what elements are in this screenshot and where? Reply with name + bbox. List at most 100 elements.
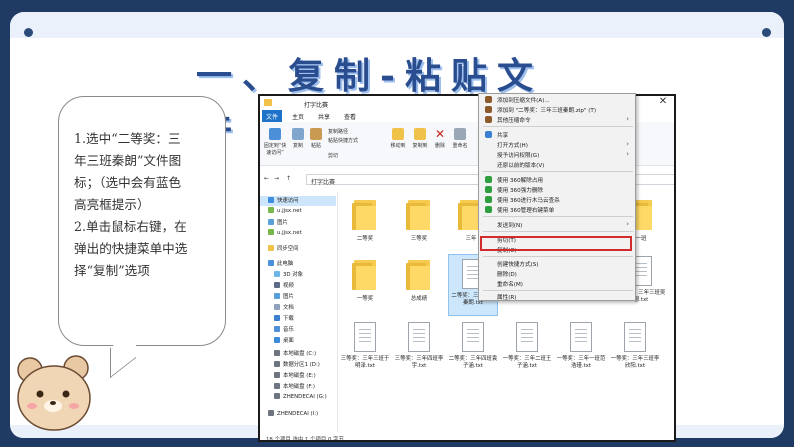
- file-label: 一等奖：三年一班范浩瑾.txt: [556, 356, 606, 369]
- forward-arrow-icon[interactable]: →: [274, 175, 279, 182]
- menu-item[interactable]: 创建快捷方式(S): [479, 258, 635, 268]
- paste-button[interactable]: 粘贴: [308, 128, 324, 149]
- archive-icon: [485, 96, 492, 103]
- pin-icon: [269, 128, 281, 140]
- menu-separator: [483, 216, 633, 217]
- menu-item[interactable]: 属性(R): [479, 291, 635, 301]
- tab-file[interactable]: 文件: [262, 110, 283, 122]
- menu-item[interactable]: 打开方式(H) ›: [479, 139, 635, 149]
- nav-label: 下载: [283, 316, 294, 322]
- nav-item[interactable]: 文档: [274, 303, 294, 313]
- nav-item[interactable]: 快速访问: [260, 196, 336, 206]
- menu-item[interactable]: 删除(D): [479, 268, 635, 278]
- nav-label: u.jjsx.net: [277, 208, 302, 214]
- folder-icon: [268, 245, 274, 251]
- menu-label: 属性(R): [497, 295, 517, 301]
- nav-item[interactable]: 桌面: [274, 336, 294, 346]
- menu-item[interactable]: 共享: [479, 129, 635, 139]
- instruction-line: 年三班秦朗”文件图: [74, 153, 182, 168]
- text-file-icon: [570, 322, 592, 352]
- list-item[interactable]: 三等奖: [394, 200, 444, 243]
- copy-path-button[interactable]: 复制路径: [328, 128, 368, 135]
- nav-item[interactable]: 音乐: [274, 325, 294, 335]
- menu-item[interactable]: 添加到压缩文件(A)...: [479, 94, 635, 104]
- nav-item[interactable]: ZHENDECAI (I:): [268, 410, 318, 420]
- folder-icon: [264, 99, 272, 106]
- nav-label: 图片: [283, 294, 294, 300]
- rename-icon: [454, 128, 466, 140]
- list-item[interactable]: 三等奖：三年三班于明泽.txt: [340, 322, 390, 370]
- nav-item[interactable]: 3D 对象: [274, 270, 303, 280]
- file-label: 三等奖：三年三班于明泽.txt: [340, 356, 390, 369]
- pin-quick-access-button[interactable]: 固定到“快速访问”: [262, 128, 288, 156]
- documents-icon: [274, 304, 280, 310]
- list-item[interactable]: 一等奖：三年一班范浩瑾.txt: [556, 322, 606, 370]
- cut-button[interactable]: 剪切: [328, 152, 358, 159]
- back-arrow-icon[interactable]: ←: [264, 175, 269, 182]
- nav-item[interactable]: 本地磁盘 (F:): [274, 382, 315, 392]
- menu-item[interactable]: 使用 360强力删除: [479, 184, 635, 194]
- rename-button[interactable]: 重命名: [450, 128, 470, 149]
- menu-item[interactable]: 使用 360进行木马云查杀: [479, 194, 635, 204]
- paste-shortcut-button[interactable]: 粘贴快捷方式: [328, 137, 378, 144]
- menu-item[interactable]: 使用 360管理右键菜单: [479, 204, 635, 214]
- menu-item[interactable]: 发送到(N) ›: [479, 219, 635, 229]
- menu-separator: [483, 171, 633, 172]
- list-item[interactable]: 二等奖: [340, 200, 390, 243]
- star-icon: [268, 197, 274, 203]
- copy-to-label: 复制到: [412, 143, 428, 149]
- copy-button[interactable]: 复制: [290, 128, 306, 149]
- file-label: 一等奖：三年三班李欣阳.txt: [610, 356, 660, 369]
- instruction-line: 2.单击鼠标右键，在: [74, 219, 187, 234]
- delete-button[interactable]: ✕ 删除: [432, 128, 448, 149]
- file-label: 一等奖: [356, 296, 374, 302]
- drive-icon: [274, 350, 280, 356]
- list-item[interactable]: 一等奖：三年三班李欣阳.txt: [610, 322, 660, 370]
- menu-separator: [483, 256, 633, 257]
- close-icon[interactable]: ✕: [652, 96, 674, 110]
- nav-label: 文档: [283, 305, 294, 311]
- instruction-line: 高亮框提示）: [74, 197, 150, 212]
- menu-item[interactable]: 重命名(M): [479, 278, 635, 288]
- nav-item[interactable]: u.jjsx.net: [268, 207, 302, 217]
- nav-item[interactable]: 本地磁盘 (E:): [274, 371, 316, 381]
- nav-item[interactable]: 同步空间: [268, 244, 299, 254]
- nav-item[interactable]: u.jjsx.net: [268, 229, 302, 239]
- nav-item[interactable]: 视频: [274, 281, 294, 291]
- nav-item[interactable]: 下载: [274, 314, 294, 324]
- nav-item[interactable]: 此电脑: [268, 259, 293, 269]
- list-item[interactable]: 一等奖: [340, 260, 390, 303]
- tab-share[interactable]: 共享: [314, 110, 334, 122]
- nav-item[interactable]: 数据分区1 (D:): [274, 360, 320, 370]
- list-item[interactable]: 二等奖：三年四班袁子涵.txt: [448, 322, 498, 370]
- list-item[interactable]: 一等奖：三年二班王子涵.txt: [502, 322, 552, 370]
- menu-item[interactable]: 还原以前的版本(V): [479, 159, 635, 169]
- archive-icon: [485, 116, 492, 123]
- nav-item[interactable]: ZHENDECAI (G:): [274, 393, 327, 403]
- nav-item[interactable]: 图片: [274, 292, 294, 302]
- nav-label: ZHENDECAI (I:): [277, 411, 319, 417]
- instruction-line: 择“复制”选项: [74, 263, 150, 278]
- nav-label: 音乐: [283, 327, 294, 333]
- nav-label: 同步空间: [277, 246, 299, 252]
- move-to-button[interactable]: 移动到: [388, 128, 408, 149]
- copy-to-button[interactable]: 复制到: [410, 128, 430, 149]
- menu-item[interactable]: 添加到 "二等奖：三年三班秦朗.zip" (T): [479, 104, 635, 114]
- tab-view[interactable]: 查看: [340, 110, 360, 122]
- instruction-line: 标；（选中会有蓝色: [74, 175, 182, 190]
- up-arrow-icon[interactable]: ↑: [286, 175, 291, 182]
- nav-label: 视频: [283, 283, 294, 289]
- 360-icon: [485, 186, 492, 193]
- pin-label: 固定到“快速访问”: [263, 143, 287, 156]
- tab-home[interactable]: 主页: [288, 110, 308, 122]
- text-file-icon: [516, 322, 538, 352]
- drive-icon: [274, 361, 280, 367]
- file-label: 二等奖：三年四班袁子涵.txt: [448, 356, 498, 369]
- menu-item[interactable]: 授予访问权限(G) ›: [479, 149, 635, 159]
- nav-item[interactable]: 图片: [268, 218, 288, 228]
- menu-item[interactable]: 其他压缩命令 ›: [479, 114, 635, 124]
- list-item[interactable]: 三等奖：三年四班李宇.txt: [394, 322, 444, 370]
- nav-item[interactable]: 本地磁盘 (C:): [274, 349, 316, 359]
- list-item[interactable]: 总成绩: [394, 260, 444, 303]
- menu-item[interactable]: 使用 360解除占用: [479, 174, 635, 184]
